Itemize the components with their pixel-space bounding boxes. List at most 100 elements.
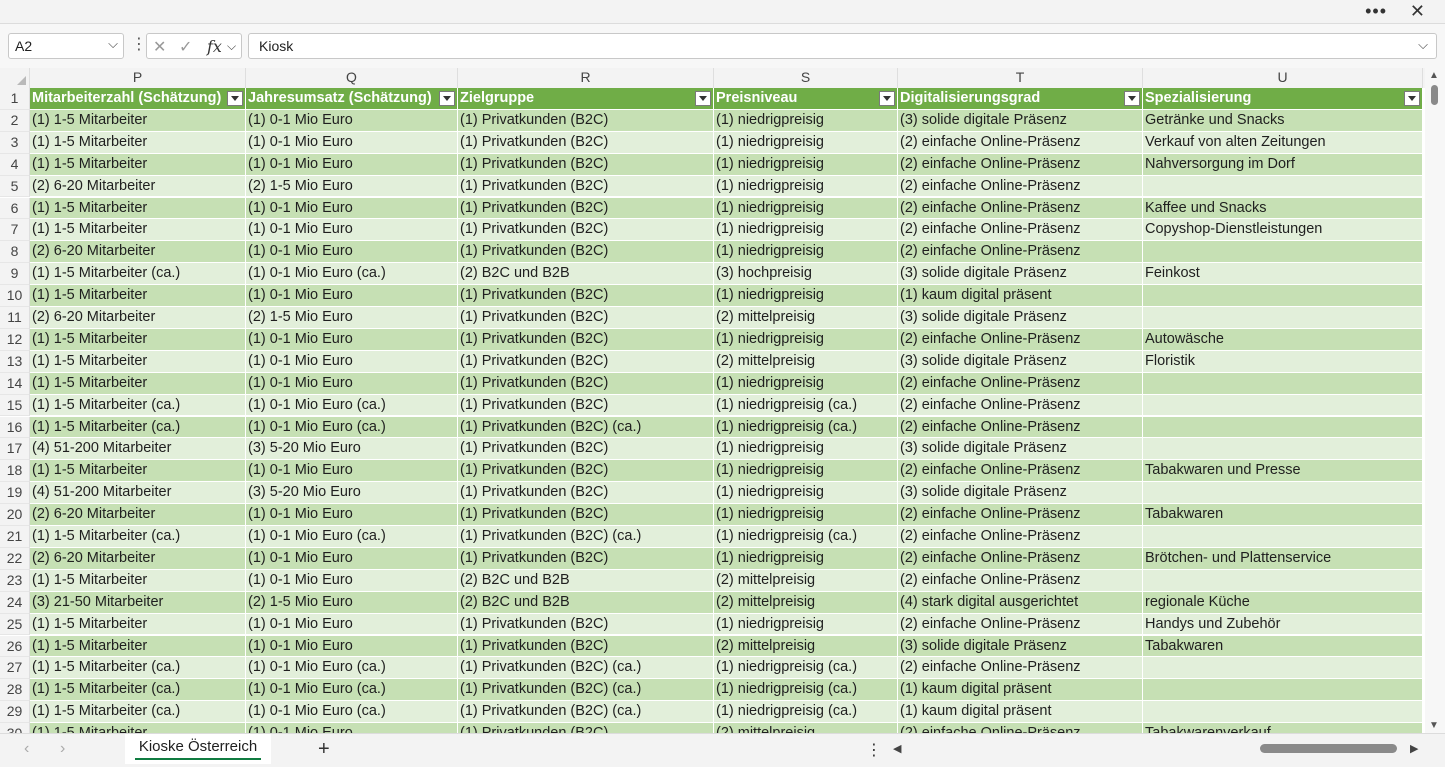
column-title-cell[interactable]: Preisniveau — [714, 88, 898, 110]
table-cell[interactable]: regionale Küche — [1143, 591, 1423, 614]
column-title-cell[interactable]: Mitarbeiterzahl (Schätzung) — [30, 88, 246, 110]
table-cell[interactable]: (2) 6-20 Mitarbeiter — [30, 547, 246, 570]
scroll-right-icon[interactable]: ▶ — [1410, 742, 1418, 755]
row-number[interactable]: 13 — [0, 350, 30, 373]
table-cell[interactable]: (3) solide digitale Präsenz — [898, 109, 1143, 132]
column-title-cell[interactable]: Digitalisierungsgrad — [898, 88, 1143, 110]
table-cell[interactable]: (1) 0-1 Mio Euro — [246, 328, 458, 351]
previous-sheet-icon[interactable]: ‹ — [24, 740, 29, 758]
filter-dropdown-icon[interactable] — [879, 91, 895, 106]
table-cell[interactable]: (2) einfache Online-Präsenz — [898, 416, 1143, 439]
formula-input[interactable]: Kiosk ⌵ — [248, 33, 1437, 59]
row-number[interactable]: 24 — [0, 591, 30, 614]
column-title-cell[interactable]: Spezialisierung — [1143, 88, 1423, 110]
vertical-more-icon[interactable]: ⋮ — [866, 740, 882, 760]
filter-dropdown-icon[interactable] — [227, 91, 243, 106]
table-cell[interactable]: (1) kaum digital präsent — [898, 701, 1143, 724]
table-cell[interactable]: (1) 0-1 Mio Euro (ca.) — [246, 679, 458, 702]
table-cell[interactable] — [1143, 285, 1423, 307]
table-cell[interactable]: (2) 1-5 Mio Euro — [246, 175, 458, 198]
row-number[interactable]: 17 — [0, 438, 30, 461]
table-cell[interactable]: (2) einfache Online-Präsenz — [898, 613, 1143, 636]
table-cell[interactable]: (1) niedrigpreisig — [714, 131, 898, 154]
table-cell[interactable]: (1) 0-1 Mio Euro (ca.) — [246, 701, 458, 724]
table-cell[interactable]: (2) B2C und B2B — [458, 591, 714, 614]
table-cell[interactable]: (1) Privatkunden (B2C) — [458, 613, 714, 636]
table-cell[interactable]: (1) 0-1 Mio Euro — [246, 241, 458, 264]
table-cell[interactable] — [1143, 307, 1423, 329]
table-cell[interactable]: (1) niedrigpreisig (ca.) — [714, 657, 898, 680]
table-cell[interactable]: (2) einfache Online-Präsenz — [898, 569, 1143, 592]
more-icon[interactable]: ••• — [1365, 1, 1387, 21]
table-cell[interactable]: (2) 1-5 Mio Euro — [246, 307, 458, 329]
table-cell[interactable]: (1) Privatkunden (B2C) (ca.) — [458, 657, 714, 680]
table-cell[interactable]: (1) Privatkunden (B2C) (ca.) — [458, 679, 714, 702]
table-cell[interactable]: Autowäsche — [1143, 328, 1423, 351]
row-number[interactable]: 19 — [0, 482, 30, 505]
row-number[interactable]: 22 — [0, 547, 30, 570]
row-number[interactable]: 28 — [0, 679, 30, 702]
table-cell[interactable]: (1) 1-5 Mitarbeiter — [30, 109, 246, 132]
table-cell[interactable]: (1) Privatkunden (B2C) (ca.) — [458, 526, 714, 548]
table-cell[interactable]: (1) Privatkunden (B2C) — [458, 153, 714, 176]
table-cell[interactable] — [1143, 394, 1423, 417]
column-title-cell[interactable]: Zielgruppe — [458, 88, 714, 110]
table-cell[interactable]: (1) niedrigpreisig — [714, 285, 898, 307]
table-cell[interactable]: (1) 0-1 Mio Euro (ca.) — [246, 416, 458, 439]
table-cell[interactable]: (2) 6-20 Mitarbeiter — [30, 241, 246, 264]
table-cell[interactable]: (1) 1-5 Mitarbeiter — [30, 372, 246, 395]
row-number[interactable]: 10 — [0, 285, 30, 307]
row-number[interactable]: 29 — [0, 701, 30, 724]
sheet-tab-kioske-oesterreich[interactable]: Kioske Österreich — [125, 734, 271, 764]
table-cell[interactable]: (2) B2C und B2B — [458, 569, 714, 592]
table-cell[interactable]: (1) 0-1 Mio Euro — [246, 372, 458, 395]
table-cell[interactable]: (3) solide digitale Präsenz — [898, 350, 1143, 373]
table-cell[interactable] — [1143, 701, 1423, 724]
table-cell[interactable] — [1143, 416, 1423, 439]
table-cell[interactable]: (1) 1-5 Mitarbeiter — [30, 131, 246, 154]
row-number[interactable]: 14 — [0, 372, 30, 395]
table-cell[interactable]: (3) 5-20 Mio Euro — [246, 482, 458, 505]
table-cell[interactable]: (2) 6-20 Mitarbeiter — [30, 175, 246, 198]
row-number[interactable]: 18 — [0, 460, 30, 483]
table-cell[interactable]: Tabakwaren — [1143, 635, 1423, 658]
filter-dropdown-icon[interactable] — [695, 91, 711, 106]
table-cell[interactable]: (4) 51-200 Mitarbeiter — [30, 438, 246, 461]
table-cell[interactable]: (1) Privatkunden (B2C) — [458, 372, 714, 395]
chevron-down-icon[interactable]: ⌵ — [227, 39, 236, 54]
table-cell[interactable]: (2) einfache Online-Präsenz — [898, 526, 1143, 548]
worksheet-grid[interactable]: 1 Mitarbeiterzahl (Schätzung) Jahresumsatz… — [0, 88, 1423, 733]
chevron-down-icon[interactable]: ⌵ — [108, 36, 118, 52]
horizontal-scroll-thumb[interactable] — [1260, 744, 1397, 753]
table-cell[interactable]: (1) 1-5 Mitarbeiter (ca.) — [30, 394, 246, 417]
table-cell[interactable]: (2) einfache Online-Präsenz — [898, 394, 1143, 417]
table-cell[interactable]: (1) 1-5 Mitarbeiter — [30, 635, 246, 658]
table-cell[interactable]: (1) 1-5 Mitarbeiter (ca.) — [30, 263, 246, 286]
table-cell[interactable]: (1) 1-5 Mitarbeiter — [30, 328, 246, 351]
table-cell[interactable]: (1) niedrigpreisig — [714, 613, 898, 636]
table-cell[interactable]: (1) 0-1 Mio Euro — [246, 285, 458, 307]
select-all-corner[interactable] — [0, 68, 30, 88]
table-cell[interactable]: (3) solide digitale Präsenz — [898, 263, 1143, 286]
table-cell[interactable]: (1) 1-5 Mitarbeiter — [30, 613, 246, 636]
table-cell[interactable]: Copyshop-Dienstleistungen — [1143, 219, 1423, 242]
table-cell[interactable]: (1) 1-5 Mitarbeiter (ca.) — [30, 416, 246, 439]
table-cell[interactable]: Tabakwaren und Presse — [1143, 460, 1423, 483]
table-cell[interactable] — [1143, 679, 1423, 702]
table-cell[interactable] — [1143, 175, 1423, 198]
row-number[interactable]: 3 — [0, 131, 30, 154]
table-cell[interactable]: (1) 0-1 Mio Euro — [246, 613, 458, 636]
table-cell[interactable]: (1) 0-1 Mio Euro (ca.) — [246, 394, 458, 417]
table-cell[interactable]: (1) niedrigpreisig — [714, 504, 898, 526]
row-number[interactable]: 16 — [0, 416, 30, 439]
row-number[interactable]: 12 — [0, 328, 30, 351]
table-cell[interactable] — [1143, 482, 1423, 505]
name-box[interactable]: A2 ⌵ — [8, 33, 124, 59]
table-cell[interactable]: (1) 0-1 Mio Euro — [246, 131, 458, 154]
table-cell[interactable]: (1) Privatkunden (B2C) — [458, 307, 714, 329]
row-number[interactable]: 26 — [0, 635, 30, 658]
table-cell[interactable]: (2) mittelpreisig — [714, 723, 898, 733]
table-cell[interactable] — [1143, 438, 1423, 461]
table-cell[interactable]: (1) 0-1 Mio Euro — [246, 547, 458, 570]
table-cell[interactable]: (1) niedrigpreisig (ca.) — [714, 679, 898, 702]
